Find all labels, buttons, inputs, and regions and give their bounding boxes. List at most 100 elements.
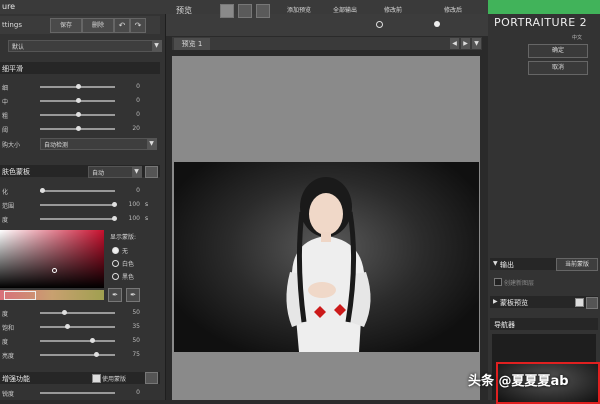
expand-icon[interactable]: ▶ — [493, 298, 498, 305]
before-label: 修改前 — [384, 7, 403, 14]
output-mask-button[interactable]: 当前蒙版 — [556, 258, 598, 271]
after-radio[interactable] — [434, 21, 440, 27]
title-bar-accent — [488, 0, 600, 14]
all-output-button[interactable]: 全部输出 — [324, 4, 366, 17]
tab-next-icon[interactable]: ▶ — [461, 38, 470, 49]
undo-icon[interactable]: ↶ — [114, 18, 130, 33]
redo-icon[interactable]: ↷ — [130, 18, 146, 33]
smoothing-slider-thumb-1[interactable] — [76, 98, 81, 103]
sharpness-label: 锐度 — [2, 391, 15, 398]
skin-slider-thumb-2[interactable] — [112, 216, 117, 221]
skin-tone-slider-thumb-0[interactable] — [61, 310, 67, 315]
before-radio[interactable] — [376, 21, 383, 28]
smoothing-slider-thumb-2[interactable] — [76, 112, 81, 117]
smoothing-value-2: 0 — [136, 111, 140, 118]
skin-slider-0[interactable] — [40, 190, 115, 192]
ok-button[interactable]: 确定 — [528, 44, 588, 58]
skin-tone-slider-1[interactable] — [40, 326, 115, 328]
language-label: 中文 — [572, 35, 583, 41]
use-mask-label: 使用蒙版 — [102, 376, 127, 383]
window-title: ure — [2, 2, 16, 11]
preview-tab-strip — [172, 37, 482, 50]
settings-label: ttings — [2, 21, 22, 29]
smoothing-slider-thumb-0[interactable] — [76, 84, 81, 89]
enhance-eyedropper-icon[interactable] — [145, 372, 158, 384]
new-layer-checkbox[interactable] — [494, 278, 502, 286]
tab-prev-icon[interactable]: ◀ — [450, 38, 459, 49]
output-title: 输出 — [500, 261, 514, 269]
split-view-icon[interactable] — [238, 4, 252, 18]
skin-slider-1[interactable] — [40, 204, 115, 206]
skin-value-1: 100 — [128, 201, 140, 208]
hue-range-handle[interactable] — [4, 291, 36, 300]
smoothing-label-2: 粗 — [2, 113, 9, 120]
skin-tone-slider-0[interactable] — [40, 312, 115, 314]
skin-tone-label-0: 度 — [2, 311, 9, 318]
mask-preview-icon[interactable] — [586, 297, 598, 309]
smoothing-label-1: 中 — [2, 99, 9, 106]
skin-tone-label-2: 度 — [2, 339, 9, 346]
skin-tone-label-3: 亮度 — [2, 353, 15, 360]
preset-dropdown[interactable]: 默认 ▼ — [8, 40, 162, 52]
skin-tone-value-0: 50 — [132, 309, 140, 316]
mask-radio-0[interactable] — [112, 247, 119, 254]
preview-label: 预览 — [176, 6, 192, 15]
skin-slider-2[interactable] — [40, 218, 115, 220]
smoothing-value-1: 0 — [136, 97, 140, 104]
navigator-title: 导航器 — [494, 321, 515, 329]
preset-value: 默认 — [12, 44, 25, 51]
portrait-illustration — [286, 177, 371, 352]
chevron-down-icon: ▼ — [132, 167, 141, 177]
skin-slider-thumb-1[interactable] — [112, 202, 117, 207]
delete-preset-button[interactable]: 删除 — [82, 18, 114, 33]
skin-mode-value: 自动 — [92, 170, 105, 177]
enhance-section-header[interactable]: 增强功能 — [0, 372, 160, 384]
skin-mode-dropdown[interactable]: 自动 ▼ — [88, 166, 142, 178]
skin-value-2: 100 — [128, 215, 140, 222]
skin-unit-2: s — [145, 215, 149, 222]
sharpness-value: 0 — [136, 389, 140, 396]
add-color-icon[interactable]: ✒ — [126, 288, 140, 302]
skin-tone-value-3: 75 — [132, 351, 140, 358]
collapse-icon[interactable]: ▼ — [493, 260, 498, 267]
skin-tone-value-2: 50 — [132, 337, 140, 344]
skin-mask-title: 肤色蒙板 — [2, 168, 30, 176]
skin-tone-slider-3[interactable] — [40, 354, 115, 356]
mask-radio-1[interactable] — [112, 260, 119, 267]
save-preset-button[interactable]: 保存 — [50, 18, 82, 33]
side-by-side-view-icon[interactable] — [256, 4, 270, 18]
color-picker-handle[interactable] — [52, 268, 57, 273]
smoothing-section-header[interactable]: 细平滑 — [0, 62, 160, 74]
skin-label-2: 度 — [2, 217, 9, 224]
tab-preview-1[interactable]: 预览 1 — [174, 38, 210, 50]
single-view-icon[interactable] — [220, 4, 234, 18]
eyedropper-icon[interactable] — [145, 166, 158, 178]
skin-tone-slider-thumb-3[interactable] — [94, 352, 99, 357]
color-picker[interactable] — [0, 230, 104, 288]
skin-tone-slider-2[interactable] — [40, 340, 115, 342]
size-label: 购大小 — [2, 142, 21, 149]
enhance-title: 增强功能 — [2, 375, 30, 383]
cancel-button[interactable]: 取消 — [528, 61, 588, 75]
brand-logo: PORTRAITURE 2 — [494, 16, 588, 29]
display-mask-label: 显示蒙版: — [110, 234, 137, 241]
size-dropdown[interactable]: 自动检测 ▼ — [40, 138, 157, 150]
mask-radio-label-2: 黑色 — [122, 274, 135, 281]
mask-preview-checkbox[interactable] — [575, 298, 584, 307]
new-layer-label: 创建新图层 — [504, 280, 535, 287]
tab-menu-icon[interactable]: ▼ — [472, 38, 481, 49]
mask-preview-title: 蒙板预览 — [500, 299, 528, 307]
add-preview-button[interactable]: 添加预览 — [278, 4, 320, 17]
skin-tone-label-1: 饱和 — [2, 325, 15, 332]
sharpness-slider[interactable] — [40, 392, 115, 394]
smoothing-slider-thumb-3[interactable] — [76, 126, 81, 131]
use-mask-checkbox[interactable] — [92, 374, 101, 383]
pick-color-icon[interactable]: ✒ — [108, 288, 122, 302]
skin-slider-thumb-0[interactable] — [40, 188, 45, 193]
navigator-section-header: 导航器 — [490, 318, 598, 330]
portrait-photo[interactable] — [174, 162, 479, 352]
mask-radio-label-1: 白色 — [122, 261, 135, 268]
watermark: 头条 @夏夏夏ab — [468, 374, 569, 389]
mask-radio-2[interactable] — [112, 273, 119, 280]
chevron-down-icon: ▼ — [152, 41, 161, 51]
